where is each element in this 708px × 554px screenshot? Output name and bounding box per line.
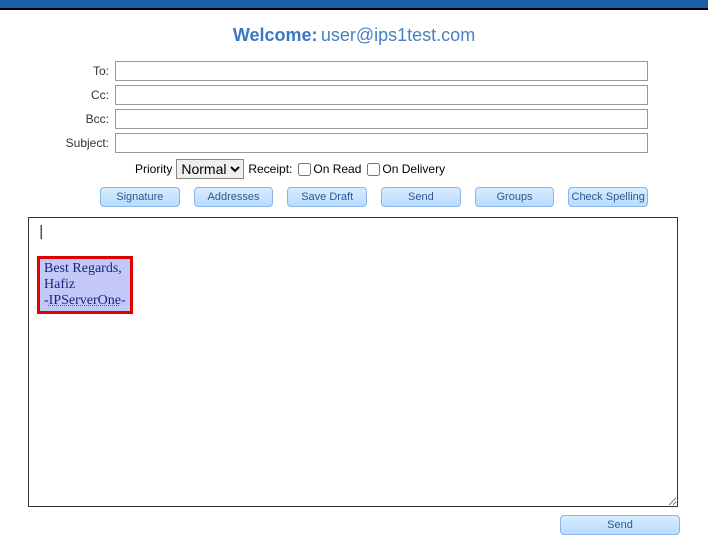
message-editor[interactable]: | Best Regards, Hafiz -IPServerOne-	[28, 217, 678, 507]
bcc-label: Bcc:	[60, 112, 115, 126]
signature-line-2: Hafiz	[44, 277, 126, 293]
welcome-header: Welcome: user@ips1test.com	[0, 10, 708, 61]
cc-input[interactable]	[115, 85, 648, 105]
priority-label: Priority	[135, 162, 172, 176]
subject-label: Subject:	[60, 136, 115, 150]
priority-row: Priority Normal Receipt: On Read On Deli…	[60, 159, 648, 179]
welcome-label: Welcome:	[233, 25, 318, 45]
addresses-button[interactable]: Addresses	[194, 187, 274, 207]
bottom-send-button[interactable]: Send	[560, 515, 680, 535]
send-button[interactable]: Send	[381, 187, 461, 207]
priority-select[interactable]: Normal	[176, 159, 244, 179]
editor-cursor: |	[37, 224, 669, 240]
signature-button[interactable]: Signature	[100, 187, 180, 207]
on-delivery-checkbox[interactable]	[367, 163, 380, 176]
signature-block-highlight: Best Regards, Hafiz -IPServerOne-	[37, 256, 133, 314]
save-draft-button[interactable]: Save Draft	[287, 187, 367, 207]
bcc-input[interactable]	[115, 109, 648, 129]
compose-form: To: Cc: Bcc: Subject: Priority Normal Re…	[0, 61, 708, 207]
groups-button[interactable]: Groups	[475, 187, 555, 207]
sig-line3-post: -	[121, 293, 126, 308]
receipt-label: Receipt:	[248, 162, 292, 176]
toolbar: Signature Addresses Save Draft Send Grou…	[60, 187, 648, 207]
to-label: To:	[60, 64, 115, 78]
top-bar	[0, 0, 708, 10]
sig-line3-mid: IPServerOne	[49, 293, 121, 308]
welcome-user: user@ips1test.com	[321, 25, 475, 45]
signature-line-1: Best Regards,	[44, 261, 126, 277]
subject-input[interactable]	[115, 133, 648, 153]
check-spelling-button[interactable]: Check Spelling	[568, 187, 648, 207]
bottom-send-row: Send	[0, 507, 708, 535]
cc-label: Cc:	[60, 88, 115, 102]
signature-line-3: -IPServerOne-	[44, 293, 126, 309]
on-delivery-label: On Delivery	[382, 162, 445, 176]
on-read-label: On Read	[313, 162, 361, 176]
on-read-checkbox[interactable]	[298, 163, 311, 176]
to-input[interactable]	[115, 61, 648, 81]
